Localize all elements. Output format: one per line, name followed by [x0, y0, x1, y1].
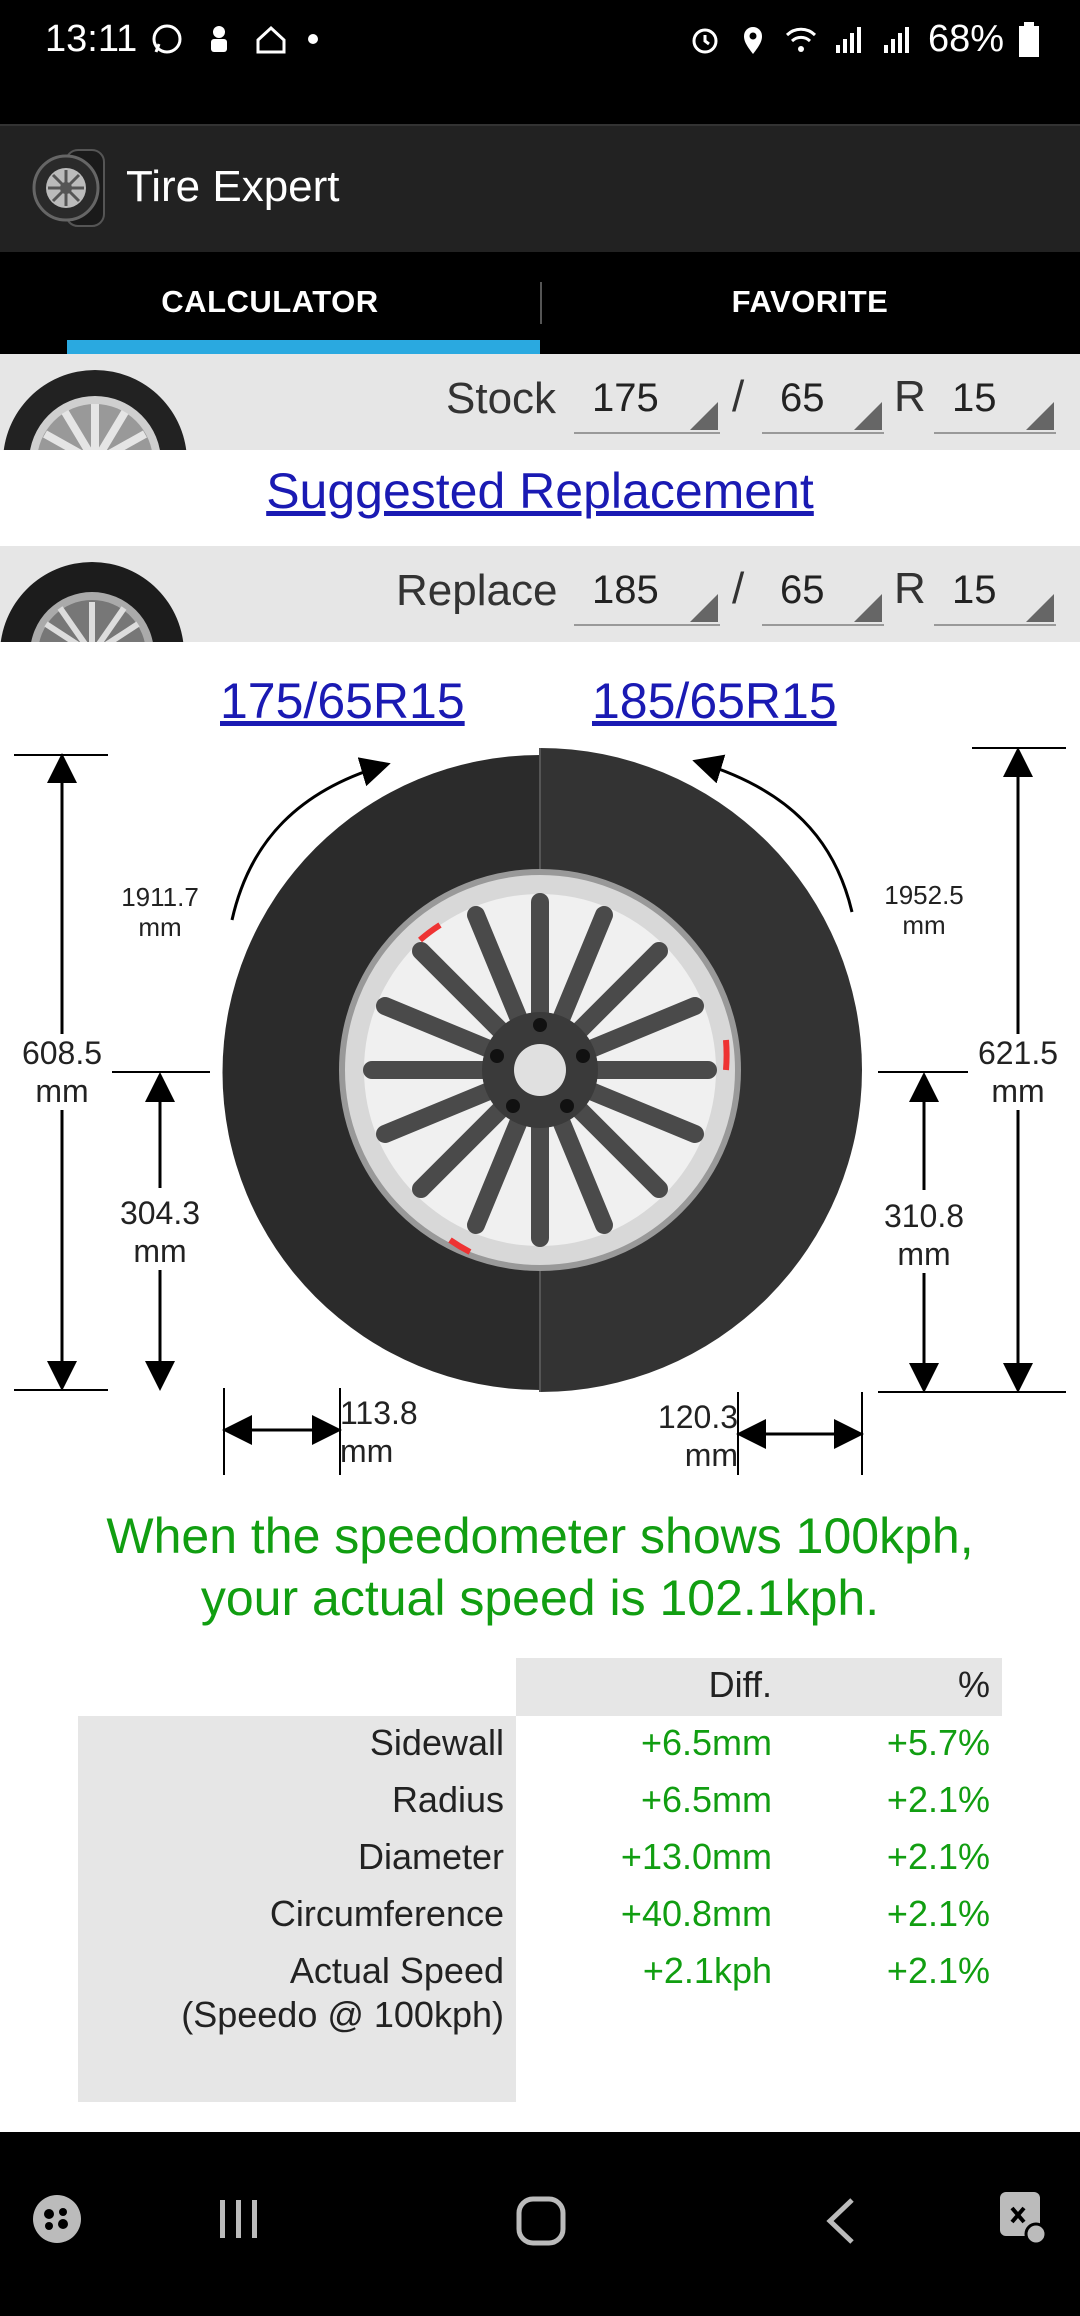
stock-r-label: R	[894, 372, 926, 421]
header-percent: %	[957, 1664, 990, 1705]
replace-aspect-value: 65	[780, 568, 825, 612]
row-label-diameter: Diameter	[357, 1836, 504, 1877]
home-icon[interactable]	[514, 2194, 568, 2248]
stock-aspect-value: 65	[780, 376, 825, 420]
navigation-bar	[0, 2132, 1080, 2316]
row-diff-diameter: +13.0mm	[620, 1836, 772, 1877]
header-diff: Diff.	[708, 1664, 772, 1705]
replace-width-select[interactable]: 185	[574, 564, 720, 626]
row-diff-circumference: +40.8mm	[620, 1893, 772, 1934]
tire-comparison-diagram: 175/65R15 185/65R15 1911.7 mm 1952.5 mm …	[0, 640, 1080, 1490]
status-bar: 13:11 68%	[0, 0, 1080, 124]
stock-circumference-label: 1911.7 mm	[121, 882, 199, 942]
replace-rim-value: 15	[952, 568, 997, 612]
stock-aspect-select[interactable]: 65	[762, 372, 884, 434]
replace-rim-select[interactable]: 15	[934, 564, 1056, 626]
stock-diameter-label: 608.5 mm	[12, 1034, 112, 1110]
app-bar: Tire Expert	[0, 124, 1080, 252]
accessibility-icon[interactable]	[996, 2188, 1050, 2248]
stock-label: Stock	[446, 374, 557, 423]
home-app-icon	[256, 25, 286, 54]
row-label-actual-speed: Actual Speed	[289, 1950, 504, 1991]
tire-logo-icon	[32, 149, 105, 227]
back-icon[interactable]	[822, 2194, 862, 2248]
replace-aspect-select[interactable]: 65	[762, 564, 884, 626]
stock-radius-label: 304.3 mm	[110, 1194, 210, 1270]
replace-label: Replace	[396, 566, 558, 615]
stock-sidewall-label: 113.8 mm	[340, 1395, 418, 1469]
speed-message: When the speedometer shows 100kph, your …	[0, 1505, 1080, 1629]
row-label-circumference: Circumference	[269, 1893, 504, 1934]
stock-width-select[interactable]: 175	[574, 372, 720, 434]
status-time: 13:11	[45, 18, 138, 60]
tab-favorite[interactable]: FAVORITE	[540, 252, 1080, 354]
tire-diagram-graphic	[14, 747, 1066, 1475]
row-pct-sidewall: +5.7%	[886, 1722, 990, 1763]
dot-icon	[308, 34, 318, 44]
replace-diameter-label: 621.5 mm	[968, 1034, 1068, 1110]
replace-width-value: 185	[592, 568, 659, 612]
signal-icon-2	[883, 26, 909, 53]
battery-percent: 68%	[927, 18, 1004, 60]
row-pct-circumference: +2.1%	[886, 1893, 990, 1934]
speed-message-line1: When the speedometer shows 100kph,	[106, 1508, 974, 1564]
stock-rim-value: 15	[952, 376, 997, 420]
row-pct-actual-speed: +2.1%	[886, 1950, 990, 1991]
replace-tire-row: Replace 185 / 65 R 15	[0, 546, 1080, 642]
stock-tire-row: Stock 175 / 65 R 15	[0, 354, 1080, 450]
row-diff-sidewall: +6.5mm	[640, 1722, 772, 1763]
replace-circumference-label: 1952.5 mm	[884, 880, 964, 940]
signal-icon	[835, 26, 861, 53]
row-label-sidewall: Sidewall	[369, 1722, 504, 1763]
row-label-radius: Radius	[391, 1779, 504, 1820]
battery-icon	[1019, 21, 1039, 57]
replace-r-label: R	[894, 564, 926, 613]
row-pct-diameter: +2.1%	[886, 1836, 990, 1877]
stock-separator: /	[732, 372, 745, 421]
replace-sidewall-label: 120.3 mm	[657, 1399, 738, 1473]
app-title: Tire Expert	[126, 162, 340, 211]
wifi-icon	[785, 27, 816, 52]
row-diff-actual-speed: +2.1kph	[642, 1950, 772, 1991]
replace-tire-thumbnail	[0, 562, 184, 642]
game-launcher-icon[interactable]	[30, 2192, 84, 2246]
stock-rim-select[interactable]: 15	[934, 372, 1056, 434]
recent-apps-icon[interactable]	[214, 2194, 264, 2244]
stock-tire-thumbnail	[3, 370, 187, 450]
tab-selected-indicator	[67, 340, 540, 354]
location-icon	[743, 26, 762, 54]
row-pct-radius: +2.1%	[886, 1779, 990, 1820]
row-diff-radius: +6.5mm	[640, 1779, 772, 1820]
tab-calculator[interactable]: CALCULATOR	[0, 252, 540, 354]
stock-width-value: 175	[592, 376, 659, 420]
whatsapp-icon	[152, 24, 182, 54]
suggested-replacement-link[interactable]: Suggested Replacement	[0, 462, 1080, 520]
replace-separator: /	[732, 564, 745, 613]
alarm-icon	[692, 28, 718, 53]
replace-radius-label: 310.8 mm	[874, 1197, 974, 1273]
speed-message-line2: your actual speed is 102.1kph.	[200, 1570, 880, 1626]
row-label-actual-speed-sub: (Speedo @ 100kph)	[181, 1994, 504, 2035]
notification-icon	[211, 26, 227, 52]
tab-bar: CALCULATOR FAVORITE	[0, 252, 1080, 354]
